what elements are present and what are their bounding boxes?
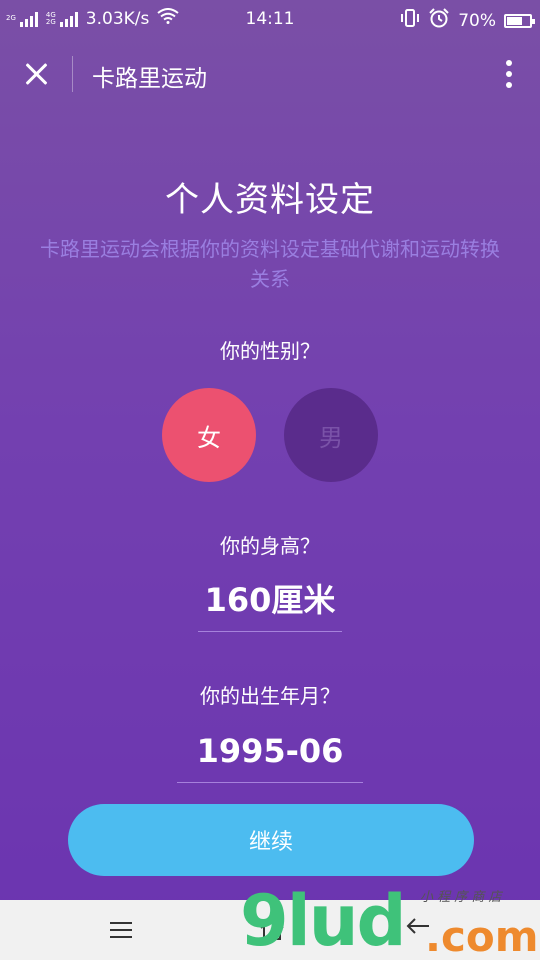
app-title: 卡路里运动 [92,66,207,92]
gender-male-button[interactable]: 男 [284,388,378,482]
app-bar: 卡路里运动 [0,38,540,110]
page-subtitle: 卡路里运动会根据你的资料设定基础代谢和运动转换关系 [40,237,500,291]
menu-icon[interactable] [110,920,134,940]
battery-icon [504,13,535,28]
page-title: 个人资料设定 [165,180,375,220]
close-icon[interactable] [20,58,52,90]
nav-bar [0,900,540,960]
gender-female-button[interactable]: 女 [162,388,256,482]
vibrate-icon [400,9,420,32]
home-icon[interactable] [258,914,286,942]
birth-date-input[interactable]: 1995-06 [177,727,363,783]
back-arrow-icon[interactable] [404,912,432,947]
status-right: 70% [400,8,535,33]
more-icon[interactable] [504,58,514,90]
continue-button[interactable]: 继续 [68,804,474,876]
height-question: 你的身高？ [220,534,320,558]
alarm-icon [428,8,450,33]
status-bar: 2G 4G 2G 3.03K/s 14:11 70% [0,0,540,38]
battery-fill [507,16,523,25]
height-input[interactable]: 160厘米 [198,576,342,632]
app-bar-divider [72,56,73,92]
battery-percent: 70% [458,10,496,31]
gender-question: 你的性别？ [220,339,320,363]
birth-question: 你的出生年月？ [200,684,340,708]
